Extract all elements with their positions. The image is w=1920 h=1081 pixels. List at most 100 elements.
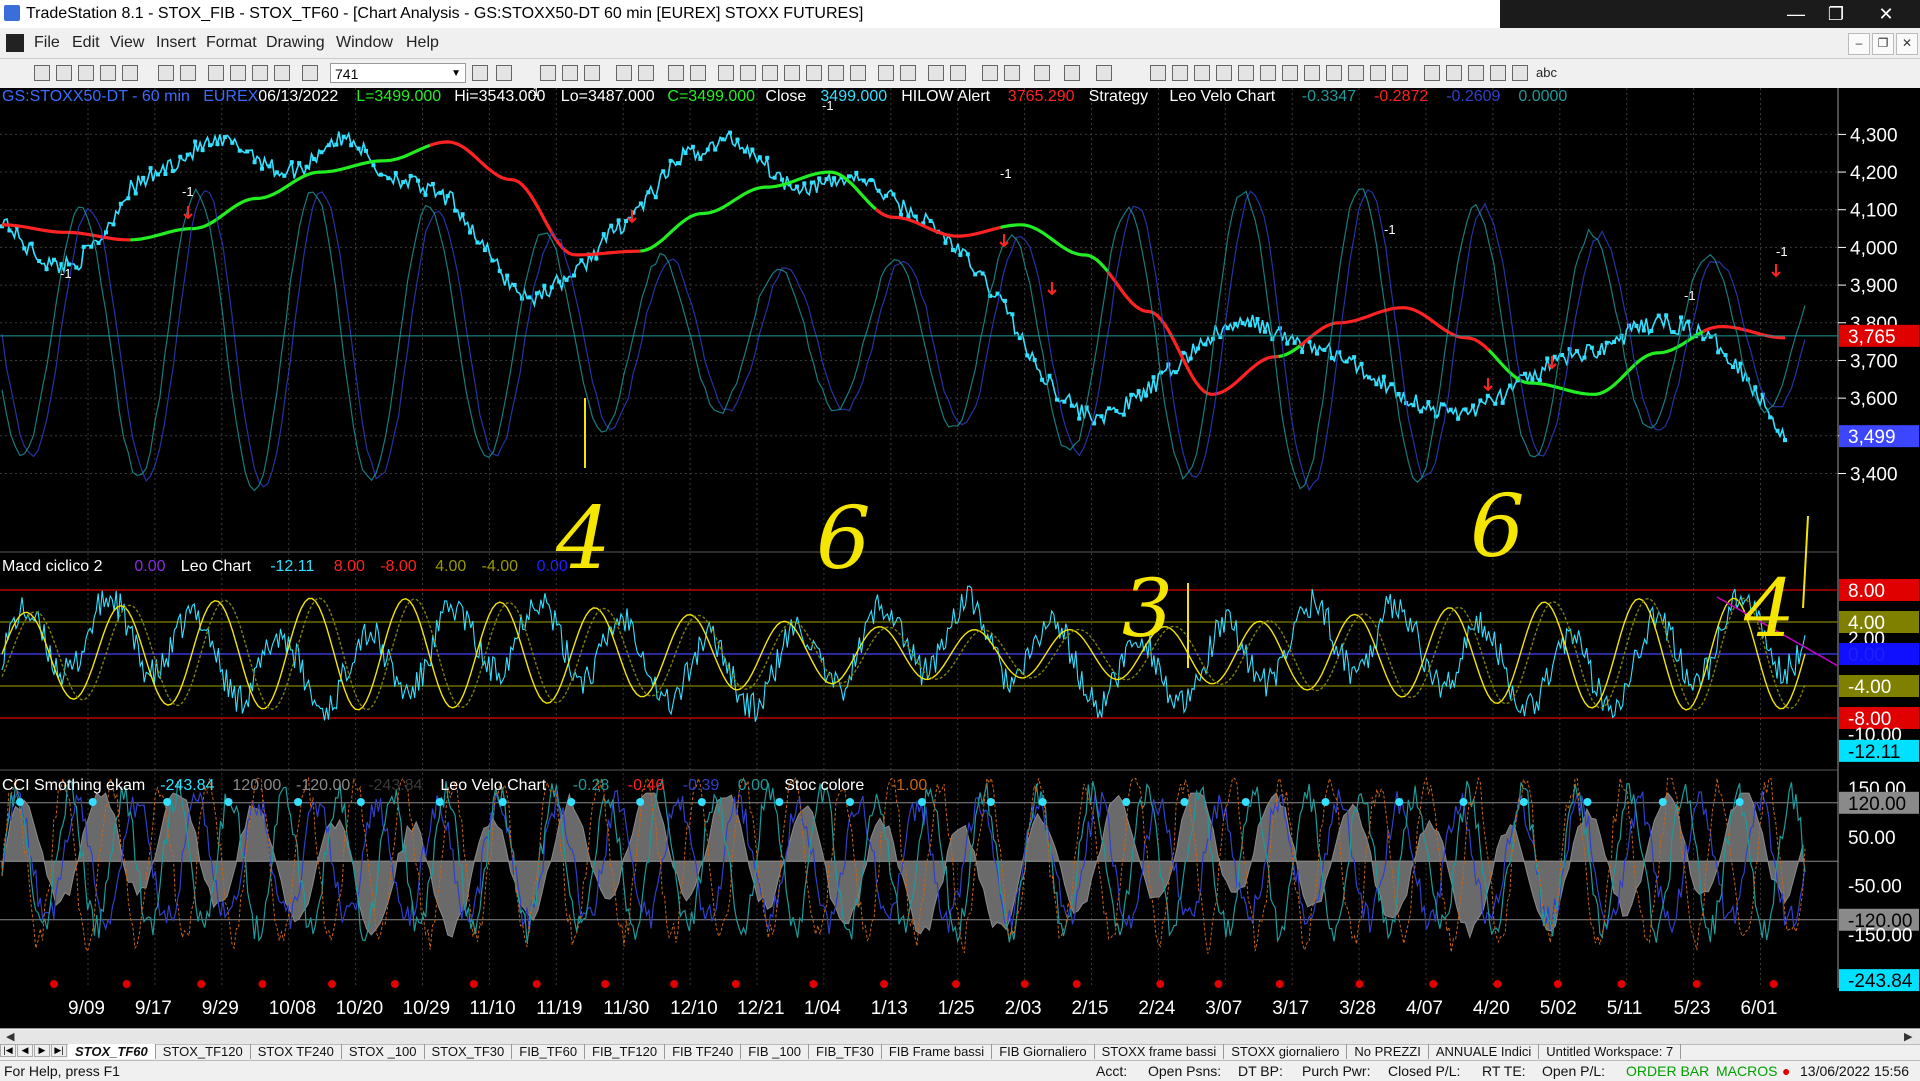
delete-icon[interactable] (1096, 65, 1112, 81)
price-bar (1099, 414, 1104, 419)
line-chart-icon[interactable] (828, 65, 844, 81)
arrow-down-icon[interactable] (1446, 65, 1462, 81)
fibonacci-icon[interactable] (1216, 65, 1232, 81)
menu-insert[interactable]: Insert (156, 34, 196, 52)
gann-icon[interactable] (1260, 65, 1276, 81)
data-window-icon[interactable] (762, 65, 778, 81)
shift-left-icon[interactable] (878, 65, 894, 81)
chart-style-icon[interactable] (668, 65, 684, 81)
scroll-right-icon[interactable]: ▶ (1904, 1030, 1912, 1043)
workspace-tab[interactable]: FIB_TF60 (512, 1044, 586, 1059)
mdi-minimize-button[interactable]: – (1848, 33, 1870, 55)
vline-icon[interactable] (1194, 65, 1210, 81)
workspace-tab[interactable]: ANNUALE Indici (1429, 1044, 1540, 1059)
speed-line-icon[interactable] (1282, 65, 1298, 81)
workspace-tab[interactable]: FIB TF240 (665, 1044, 742, 1059)
cascade-icon[interactable] (230, 65, 246, 81)
channel-icon[interactable] (1238, 65, 1254, 81)
arrows-icon[interactable] (1304, 65, 1320, 81)
bar-width-icon[interactable] (784, 65, 800, 81)
minimize-button[interactable]: — (1774, 0, 1818, 28)
price-bar (1641, 328, 1646, 333)
indicator-icon[interactable] (616, 65, 632, 81)
arrow-up-icon[interactable] (1468, 65, 1484, 81)
workspace-tab[interactable]: STOX_TF120 (156, 1044, 251, 1059)
zoom-in-icon[interactable] (928, 65, 944, 81)
workspace-tab[interactable]: FIB_TF120 (585, 1044, 666, 1059)
workspace-tab[interactable]: STOXX giornaliero (1224, 1044, 1348, 1059)
compress-icon[interactable] (718, 65, 734, 81)
window-icon[interactable] (208, 65, 224, 81)
workspace-tab[interactable]: STOX_TF30 (425, 1044, 513, 1059)
open-icon[interactable] (56, 65, 72, 81)
workspace-tab[interactable]: FIB Giornaliero (992, 1044, 1095, 1059)
tab-nav-button[interactable]: ▶| (51, 1044, 67, 1057)
pencil-icon[interactable] (1392, 65, 1408, 81)
workspace-tab[interactable]: STOXX frame bassi (1095, 1044, 1225, 1059)
folder-icon[interactable] (122, 65, 138, 81)
workspace-tab[interactable]: FIB _100 (741, 1044, 810, 1059)
text-tool-icon[interactable]: abc (1536, 65, 1557, 80)
play-icon[interactable] (472, 65, 488, 81)
workspace-tab[interactable]: No PREZZI (1347, 1044, 1429, 1059)
drag-icon[interactable] (1004, 65, 1020, 81)
horizontal-scrollbar[interactable]: ◀ ▶ (0, 1030, 1920, 1045)
scanner-icon[interactable] (252, 65, 268, 81)
expand-icon[interactable] (740, 65, 756, 81)
hline-icon[interactable] (1172, 65, 1188, 81)
matrix-icon[interactable] (584, 65, 600, 81)
cycle-icon[interactable] (1348, 65, 1364, 81)
menu-edit[interactable]: Edit (72, 34, 100, 52)
histogram-icon[interactable] (850, 65, 866, 81)
print-icon[interactable] (158, 65, 174, 81)
menu-file[interactable]: File (34, 34, 60, 52)
bar-style-icon[interactable] (690, 65, 706, 81)
workspace-tab[interactable]: FIB Frame bassi (882, 1044, 993, 1059)
workspace-tab[interactable]: STOX TF240 (251, 1044, 342, 1059)
arc-icon[interactable] (1370, 65, 1386, 81)
mdi-close-button[interactable]: ✕ (1896, 33, 1918, 55)
close-button[interactable]: ✕ (1864, 0, 1908, 28)
tools-icon[interactable] (1034, 65, 1050, 81)
tab-nav-button[interactable]: |◀ (0, 1044, 16, 1057)
tab-nav-button[interactable]: ◀ (17, 1044, 33, 1057)
chart-area[interactable]: -1 -1 -1 -1 -1 -1 -1 -1 4 6 3 6 4 GS:STOXX50-DT… (0, 88, 1920, 1028)
regression-icon[interactable] (1326, 65, 1342, 81)
price-bar (1441, 402, 1446, 407)
ellipse-icon[interactable] (1490, 65, 1506, 81)
globe-icon[interactable] (302, 65, 318, 81)
analysis-icon[interactable] (274, 65, 290, 81)
radar-icon[interactable] (562, 65, 578, 81)
print-preview-icon[interactable] (180, 65, 196, 81)
new-icon[interactable] (34, 65, 50, 81)
workspace-icon[interactable] (100, 65, 116, 81)
trendline-icon[interactable] (1150, 65, 1166, 81)
find-icon[interactable] (496, 65, 512, 81)
save-icon[interactable] (78, 65, 94, 81)
menu-view[interactable]: View (110, 34, 144, 52)
shift-right-icon[interactable] (900, 65, 916, 81)
maximize-button[interactable]: ❐ (1814, 0, 1858, 28)
order-bar-button[interactable]: ORDER BAR (1626, 1063, 1709, 1079)
macros-button[interactable]: MACROS (1716, 1063, 1777, 1079)
workspace-tab[interactable]: Untitled Workspace: 7 (1539, 1044, 1682, 1059)
curve-icon[interactable] (1424, 65, 1440, 81)
interval-select[interactable]: 741 ▼ (330, 63, 466, 83)
workspace-tab[interactable]: STOX _100 (342, 1044, 425, 1059)
candle-icon[interactable] (806, 65, 822, 81)
zoom-out-icon[interactable] (950, 65, 966, 81)
menu-window[interactable]: Window (336, 34, 393, 52)
mdi-restore-button[interactable]: ❐ (1872, 33, 1894, 55)
scroll-left-icon[interactable]: ◀ (6, 1030, 14, 1043)
strategy-icon[interactable] (638, 65, 654, 81)
menu-drawing[interactable]: Drawing (266, 34, 325, 52)
workspace-tab[interactable]: STOX_TF60 (68, 1044, 156, 1059)
menu-format[interactable]: Format (206, 34, 257, 52)
pointer-icon[interactable] (982, 65, 998, 81)
workspace-tab[interactable]: FIB_TF30 (809, 1044, 882, 1059)
menu-help[interactable]: Help (406, 34, 439, 52)
chart-icon[interactable] (540, 65, 556, 81)
tab-nav-button[interactable]: ▶ (34, 1044, 50, 1057)
order-icon[interactable] (1064, 65, 1080, 81)
rectangle-icon[interactable] (1512, 65, 1528, 81)
